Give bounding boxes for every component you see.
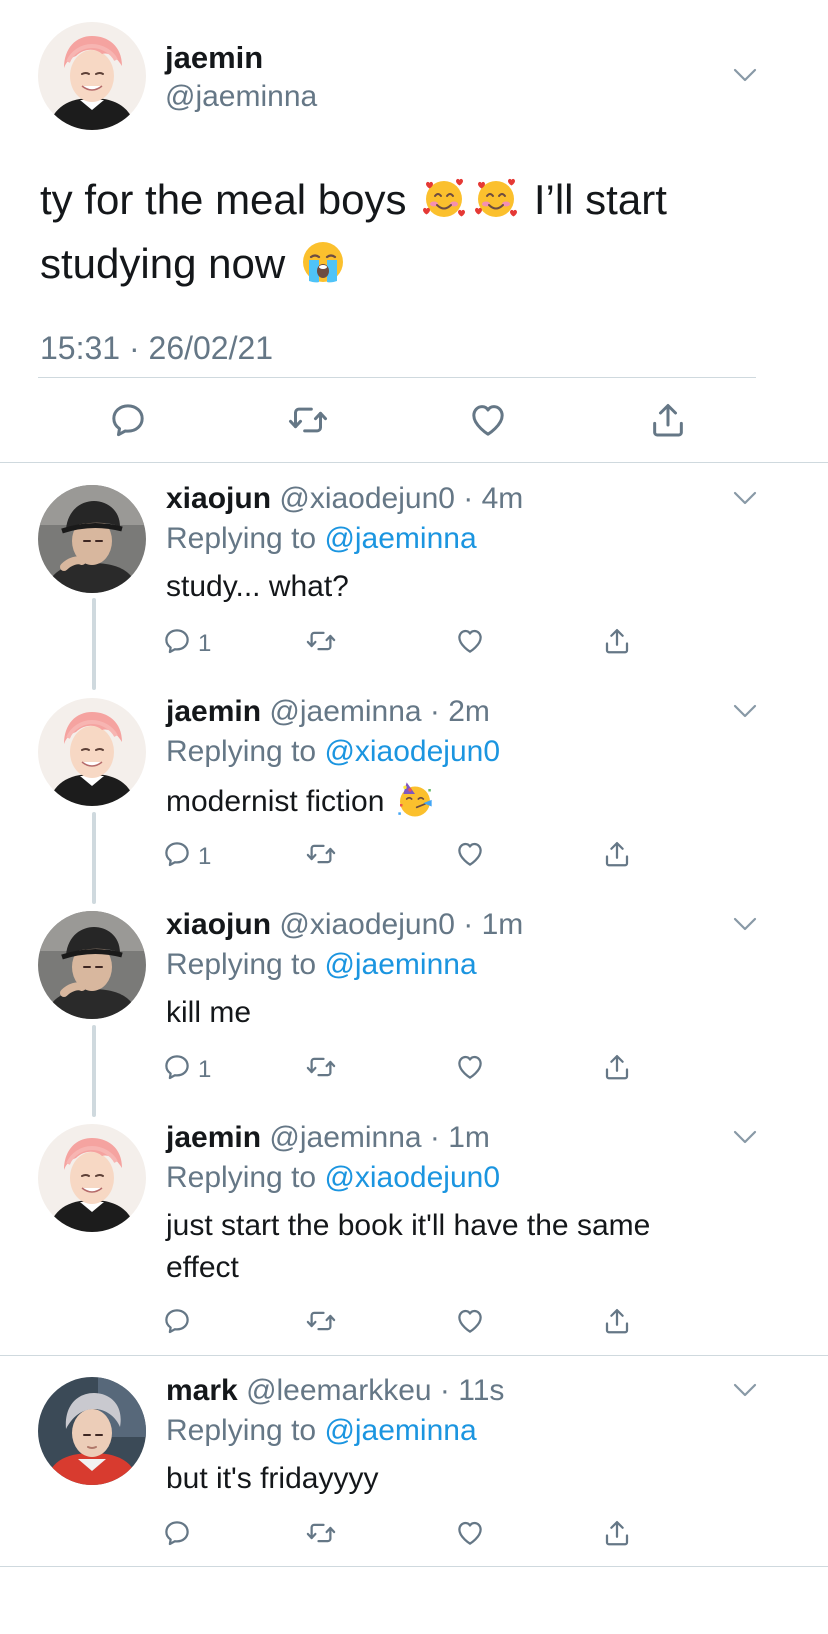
reply-icon[interactable] — [162, 1306, 192, 1336]
like-icon[interactable] — [455, 1052, 485, 1082]
replying-to-link[interactable]: @xiaodejun0 — [324, 735, 500, 768]
reply-count: 1 — [198, 843, 212, 870]
replying-to-link[interactable]: @xiaodejun0 — [324, 1161, 500, 1194]
reply-text-content: modernist fiction — [166, 785, 385, 818]
reply-text: kill me — [166, 996, 252, 1029]
reply-count: 1 — [198, 1056, 212, 1083]
like-icon[interactable] — [455, 839, 485, 869]
replying-to: Replying to @xiaodejun0 — [166, 1161, 500, 1195]
replying-to: Replying to @jaeminna — [166, 1414, 477, 1448]
tweet-timestamp[interactable]: 15:31 · 26/02/21 — [40, 330, 273, 367]
avatar[interactable] — [38, 22, 146, 130]
replying-to: Replying to @xiaodejun0 — [166, 735, 500, 769]
chevron-down-icon[interactable] — [732, 703, 758, 719]
thread-line — [92, 812, 96, 904]
avatar[interactable] — [38, 911, 146, 1019]
reply-header: jaemin @jaeminna · 2m — [166, 695, 490, 729]
replying-to-link[interactable]: @jaeminna — [324, 948, 476, 981]
reply-icon[interactable] — [108, 400, 148, 440]
retweet-icon[interactable] — [306, 626, 336, 656]
display-name[interactable]: xiaojun — [166, 482, 271, 515]
handle-time[interactable]: @xiaodejun0 · 1m — [279, 908, 523, 941]
like-icon[interactable] — [455, 626, 485, 656]
divider — [38, 377, 756, 378]
divider — [0, 462, 828, 463]
display-name[interactable]: mark — [166, 1374, 238, 1407]
display-name[interactable]: xiaojun — [166, 908, 271, 941]
user-handle[interactable]: @jaeminna — [165, 80, 317, 114]
chevron-down-icon[interactable] — [732, 1129, 758, 1145]
share-icon[interactable] — [602, 1052, 632, 1082]
chevron-down-icon[interactable] — [732, 490, 758, 506]
handle-time[interactable]: @jaeminna · 2m — [269, 695, 490, 728]
avatar[interactable] — [38, 1377, 146, 1485]
reply-text: study... what? — [166, 570, 349, 603]
retweet-icon[interactable] — [306, 1052, 336, 1082]
reply-header: mark @leemarkkeu · 11s — [166, 1374, 504, 1408]
thread-line — [92, 598, 96, 690]
share-icon[interactable] — [648, 400, 688, 440]
divider — [0, 1566, 828, 1567]
display-name[interactable]: jaemin — [165, 40, 263, 76]
display-name[interactable]: jaemin — [166, 1121, 261, 1154]
handle-time[interactable]: @leemarkkeu · 11s — [246, 1374, 504, 1407]
replying-to-label: Replying to — [166, 1414, 325, 1447]
smiling-face-with-hearts-icon — [472, 174, 520, 222]
replying-to-link[interactable]: @jaeminna — [324, 1414, 476, 1447]
reply-text: just start the book it'll have the same … — [166, 1209, 651, 1284]
share-icon[interactable] — [602, 1306, 632, 1336]
like-icon[interactable] — [468, 400, 508, 440]
replying-to-label: Replying to — [166, 735, 325, 768]
reply-icon[interactable] — [162, 1052, 192, 1082]
avatar[interactable] — [38, 485, 146, 593]
retweet-icon[interactable] — [306, 1518, 336, 1548]
replying-to-label: Replying to — [166, 1161, 325, 1194]
replying-to-link[interactable]: @jaeminna — [324, 522, 476, 555]
chevron-down-icon[interactable] — [732, 67, 758, 83]
like-icon[interactable] — [455, 1306, 485, 1336]
replying-to-label: Replying to — [166, 522, 325, 555]
smiling-face-with-hearts-icon — [420, 174, 468, 222]
reply-icon[interactable] — [162, 626, 192, 656]
reply-icon[interactable] — [162, 1518, 192, 1548]
partying-face-icon — [395, 779, 435, 819]
thread-line — [92, 1025, 96, 1117]
retweet-icon[interactable] — [306, 839, 336, 869]
replying-to: Replying to @jaeminna — [166, 522, 477, 556]
replying-to: Replying to @jaeminna — [166, 948, 477, 982]
tweet-text-part1: ty for the meal boys — [40, 176, 407, 223]
chevron-down-icon[interactable] — [732, 916, 758, 932]
retweet-icon[interactable] — [306, 1306, 336, 1336]
reply-count: 1 — [198, 630, 212, 657]
divider — [0, 1355, 828, 1356]
display-name[interactable]: jaemin — [166, 695, 261, 728]
reply-header: jaemin @jaeminna · 1m — [166, 1121, 490, 1155]
reply-header: xiaojun @xiaodejun0 · 4m — [166, 482, 523, 516]
avatar[interactable] — [38, 1124, 146, 1232]
reply-icon[interactable] — [162, 839, 192, 869]
retweet-icon[interactable] — [288, 400, 328, 440]
handle-time[interactable]: @jaeminna · 1m — [269, 1121, 490, 1154]
avatar[interactable] — [38, 698, 146, 806]
tweet-text: ty for the meal boys I’ll start studying… — [40, 168, 780, 296]
chevron-down-icon[interactable] — [732, 1382, 758, 1398]
like-icon[interactable] — [455, 1518, 485, 1548]
share-icon[interactable] — [602, 839, 632, 869]
reply-text: but it's fridayyyy — [166, 1462, 379, 1495]
handle-time[interactable]: @xiaodejun0 · 4m — [279, 482, 523, 515]
share-icon[interactable] — [602, 1518, 632, 1548]
reply-header: xiaojun @xiaodejun0 · 1m — [166, 908, 523, 942]
replying-to-label: Replying to — [166, 948, 325, 981]
share-icon[interactable] — [602, 626, 632, 656]
loudly-crying-face-icon — [299, 238, 347, 286]
reply-text: modernist fiction — [166, 779, 766, 823]
